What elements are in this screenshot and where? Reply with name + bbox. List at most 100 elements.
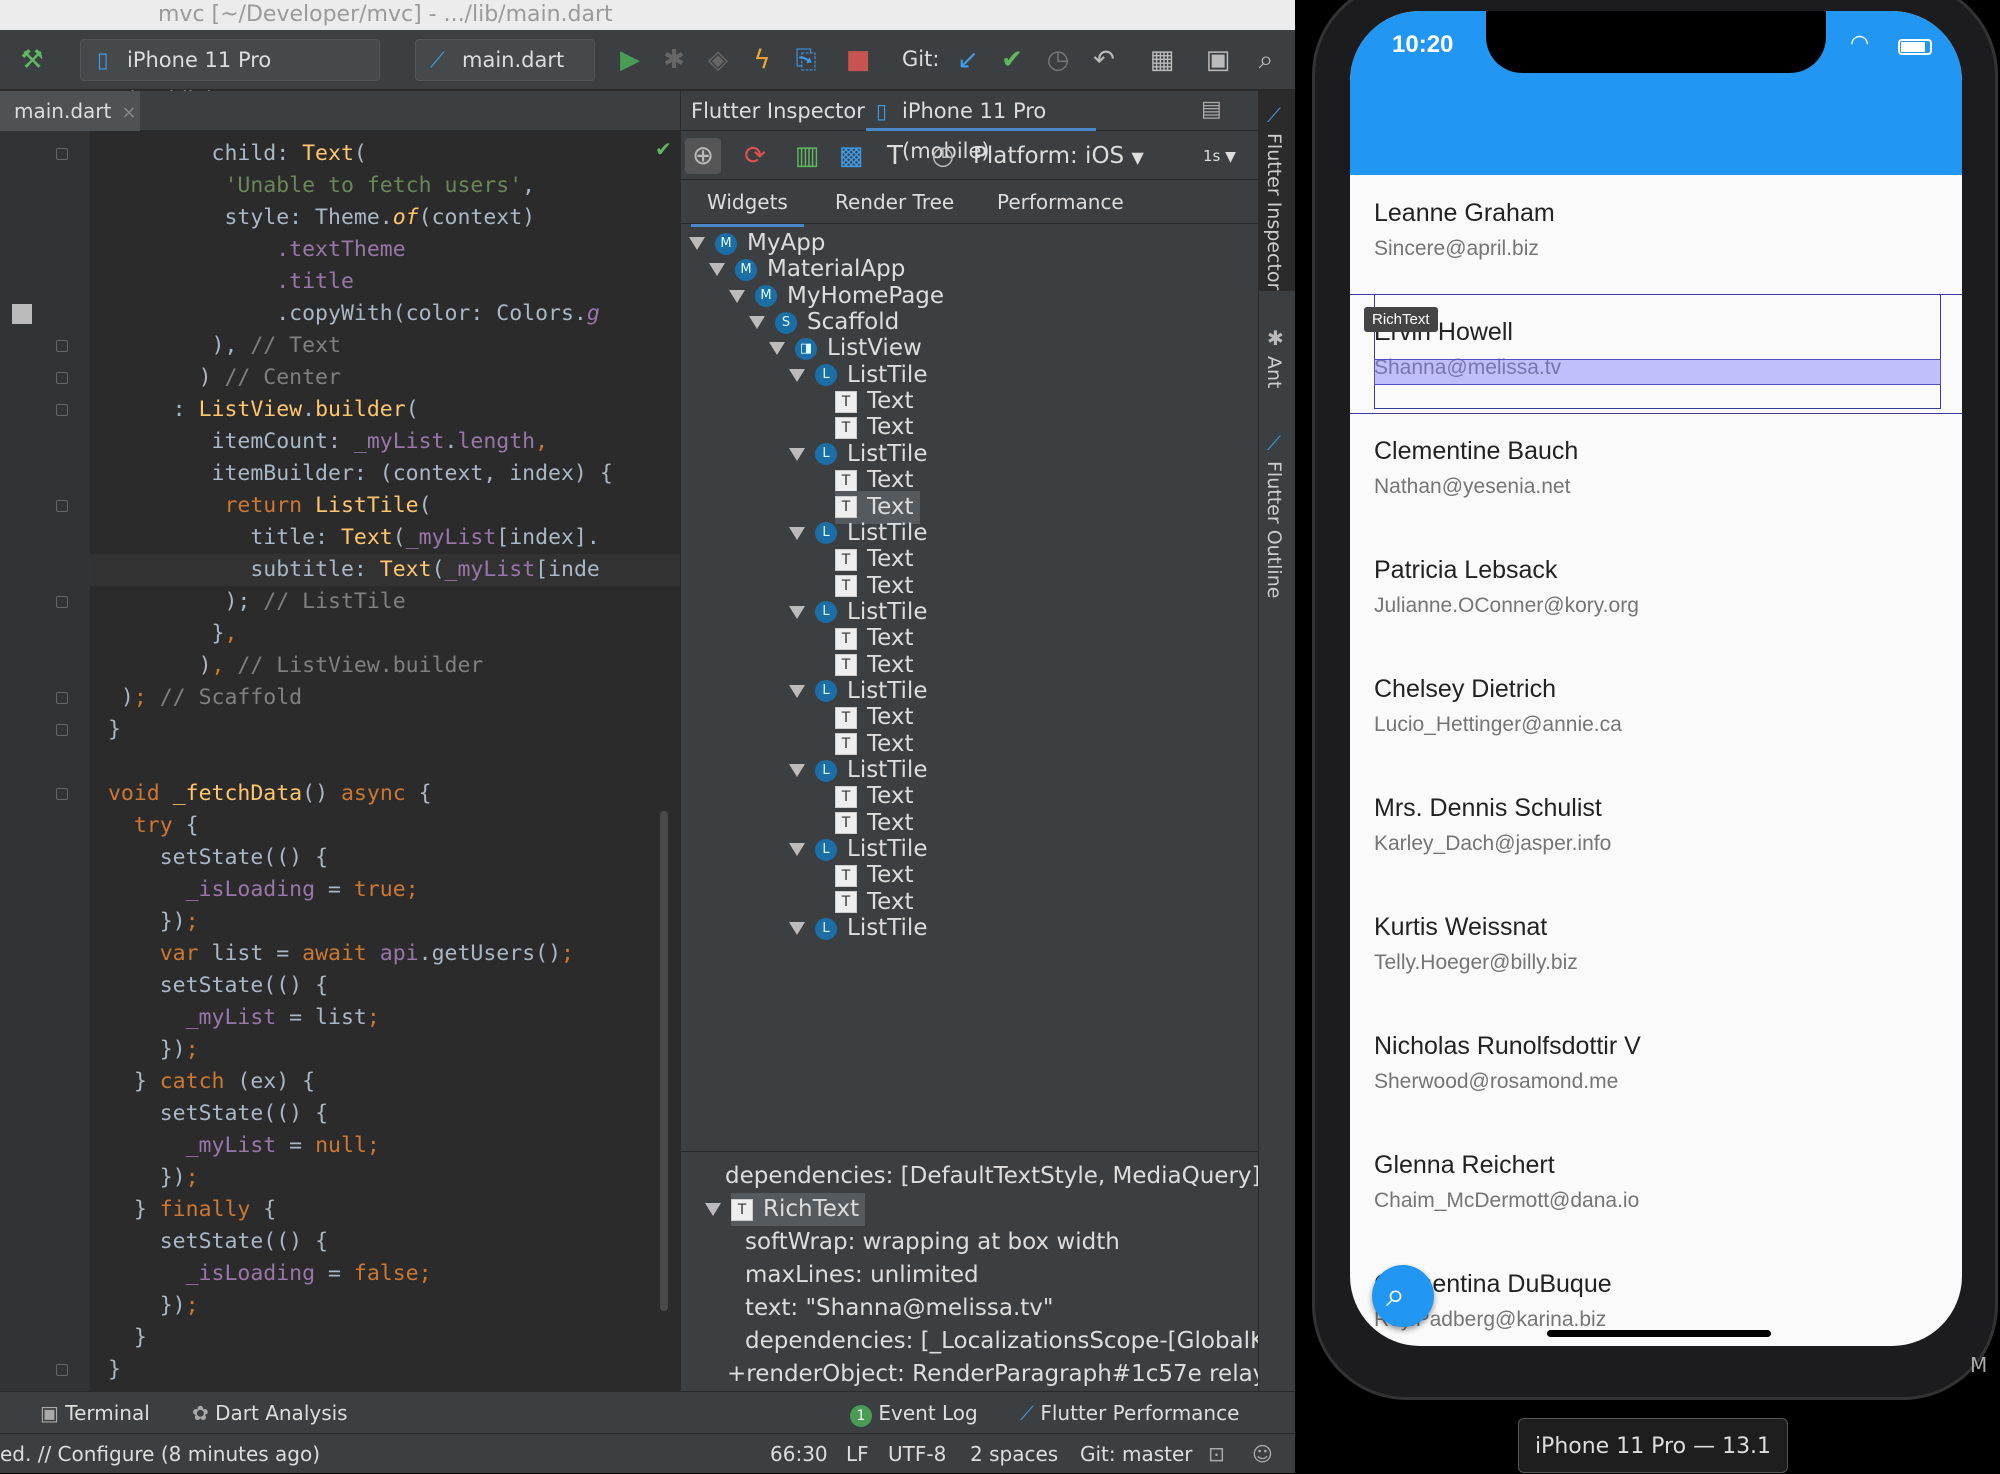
- list-tile[interactable]: Clementine BauchNathan@yesenia.net: [1350, 413, 1962, 532]
- code-editor[interactable]: child: Text( 'Unable to fetch users', st…: [0, 131, 680, 1391]
- expand-arrow-icon[interactable]: [789, 448, 805, 461]
- close-icon[interactable]: ×: [121, 102, 136, 123]
- history-icon[interactable]: ◷: [1040, 42, 1076, 78]
- git-branch[interactable]: Git: master: [1080, 1434, 1193, 1473]
- fold-marker[interactable]: [56, 1364, 68, 1376]
- lock-icon[interactable]: ⊡: [1208, 1434, 1225, 1473]
- cursor-position[interactable]: 66:30: [770, 1434, 828, 1473]
- fold-marker[interactable]: [56, 500, 68, 512]
- list-tile[interactable]: Mrs. Dennis SchulistKarley_Dach@jasper.i…: [1350, 770, 1962, 889]
- tab-widgets[interactable]: Widgets: [691, 180, 804, 227]
- flutter-icon: ⟋: [1267, 431, 1281, 455]
- platform-selector[interactable]: Platform: iOS ▼: [973, 132, 1144, 182]
- slow-animations-icon[interactable]: ◷: [925, 138, 961, 174]
- fold-marker[interactable]: [56, 148, 68, 160]
- presentation-icon[interactable]: ▣: [1200, 42, 1236, 78]
- tab-main-dart[interactable]: main.dart×: [0, 91, 140, 131]
- list-tile[interactable]: Glenna ReichertChaim_McDermott@dana.io: [1350, 1127, 1962, 1246]
- expand-arrow-icon[interactable]: [789, 922, 805, 935]
- expand-arrow-icon[interactable]: [789, 369, 805, 382]
- list-tile[interactable]: Kurtis WeissnatTelly.Hoeger@billy.biz: [1350, 889, 1962, 1008]
- expand-arrow-icon[interactable]: [789, 843, 805, 856]
- list-tile[interactable]: Patricia LebsackJulianne.OConner@kory.or…: [1350, 532, 1962, 651]
- detail-richtext-node[interactable]: TRichText: [705, 1193, 865, 1226]
- text-baseline-icon[interactable]: T: [877, 138, 913, 174]
- select-widget-icon[interactable]: ⊕: [685, 138, 721, 174]
- home-indicator[interactable]: [1547, 1330, 1771, 1337]
- code-token: ,: [535, 429, 548, 454]
- indent-setting[interactable]: 2 spaces: [970, 1434, 1058, 1473]
- line-separator[interactable]: LF: [846, 1434, 869, 1473]
- tab-device[interactable]: ▯ iPhone 11 Pro (mobile): [866, 91, 1096, 131]
- hot-restart-icon[interactable]: ⎘: [788, 42, 824, 78]
- hammer-build-icon[interactable]: ⚒: [14, 42, 50, 78]
- sidebar-item-ant[interactable]: ✱ Ant: [1259, 326, 1295, 406]
- debug-paint-icon[interactable]: ▩: [833, 138, 869, 174]
- file-encoding[interactable]: UTF-8: [888, 1434, 946, 1473]
- tree-node[interactable]: LListTile: [789, 912, 927, 945]
- list-tile[interactable]: Nicholas Runolfsdottir VSherwood@rosamon…: [1350, 1008, 1962, 1127]
- stop-icon[interactable]: ■: [840, 42, 876, 78]
- run-config-selector[interactable]: ⟋ main.dart: [415, 39, 595, 81]
- inspector-face-icon[interactable]: ☺: [1252, 1434, 1273, 1473]
- run-icon[interactable]: ▶: [612, 42, 648, 78]
- hot-reload-icon[interactable]: ϟ: [744, 42, 780, 78]
- code-token: (: [393, 525, 406, 550]
- tab-render-tree[interactable]: Render Tree: [819, 180, 970, 224]
- event-log-button[interactable]: 1 Event Log: [850, 1392, 978, 1434]
- code-line: ); // ListTile: [95, 586, 406, 618]
- detail-renderobject[interactable]: +renderObject: RenderParagraph#1c57e rel…: [727, 1358, 1295, 1391]
- code-line: });: [95, 1034, 199, 1066]
- revert-icon[interactable]: ↶: [1086, 42, 1122, 78]
- breakpoint-marker[interactable]: [12, 304, 32, 324]
- fold-marker[interactable]: [56, 340, 68, 352]
- expand-arrow-icon[interactable]: [789, 764, 805, 777]
- expand-arrow-icon[interactable]: [689, 237, 705, 250]
- sidebar-item-flutter-outline[interactable]: ⟋ Flutter Outline: [1259, 431, 1295, 601]
- fold-marker[interactable]: [56, 724, 68, 736]
- code-token: =: [328, 877, 354, 902]
- code-line: void _fetchData() async {: [95, 778, 432, 810]
- expand-arrow-icon[interactable]: [789, 527, 805, 540]
- expand-arrow-icon[interactable]: [769, 342, 785, 355]
- search-icon[interactable]: ⌕: [1248, 42, 1284, 78]
- expand-arrow-icon[interactable]: [709, 263, 725, 276]
- flutter-performance-button[interactable]: ⟋ Flutter Performance: [1020, 1392, 1239, 1434]
- list-tile[interactable]: Ervin HowellShanna@melissa.tv: [1350, 294, 1962, 413]
- git-update-icon[interactable]: ↙: [950, 42, 986, 78]
- dart-analysis-button[interactable]: ✿ Dart Analysis: [192, 1392, 348, 1434]
- run-config-label: main.dart: [462, 48, 564, 72]
- fold-marker[interactable]: [56, 788, 68, 800]
- tab-performance[interactable]: Performance: [981, 180, 1140, 224]
- expand-arrow-icon[interactable]: [749, 316, 765, 329]
- fold-marker[interactable]: [56, 692, 68, 704]
- list-tile[interactable]: Leanne GrahamSincere@april.biz: [1350, 175, 1962, 294]
- device-selector[interactable]: ▯ iPhone 11 Pro (mobile): [80, 39, 380, 81]
- performance-overlay-icon[interactable]: ▥: [789, 138, 825, 174]
- expand-arrow-icon[interactable]: [789, 685, 805, 698]
- debug-icon[interactable]: ✱: [656, 42, 692, 78]
- phone-icon: ▯: [876, 91, 887, 131]
- git-commit-icon[interactable]: ✔: [994, 42, 1030, 78]
- fold-marker[interactable]: [56, 372, 68, 384]
- fold-marker[interactable]: [56, 596, 68, 608]
- expand-arrow-icon[interactable]: [729, 290, 745, 303]
- expand-arrow-icon[interactable]: [789, 606, 805, 619]
- speed-selector[interactable]: 1s ▼: [1203, 132, 1236, 181]
- refresh-icon[interactable]: ⟳: [737, 138, 773, 174]
- sidebar-item-flutter-inspector[interactable]: ⟋ Flutter Inspector: [1259, 91, 1295, 291]
- code-token: .title: [276, 269, 354, 294]
- profile-icon[interactable]: ◈: [700, 42, 736, 78]
- widget-tree[interactable]: MMyAppMMaterialAppMMyHomePageSScaffold◨L…: [681, 225, 1259, 1225]
- fold-marker[interactable]: [56, 404, 68, 416]
- project-structure-icon[interactable]: ▦: [1144, 42, 1180, 78]
- chevron-down-icon: ▼: [1131, 148, 1143, 167]
- search-fab[interactable]: ⌕: [1372, 1265, 1434, 1327]
- code-token: ;: [186, 1293, 199, 1318]
- tree-node-label: Text: [867, 494, 914, 520]
- detail-maxlines: maxLines: unlimited: [745, 1259, 979, 1292]
- comment-icon[interactable]: ▤: [1201, 97, 1222, 122]
- list-tile[interactable]: Chelsey DietrichLucio_Hettinger@annie.ca: [1350, 651, 1962, 770]
- terminal-button[interactable]: ▣ Terminal: [40, 1392, 150, 1434]
- editor-scrollbar[interactable]: [660, 811, 668, 1311]
